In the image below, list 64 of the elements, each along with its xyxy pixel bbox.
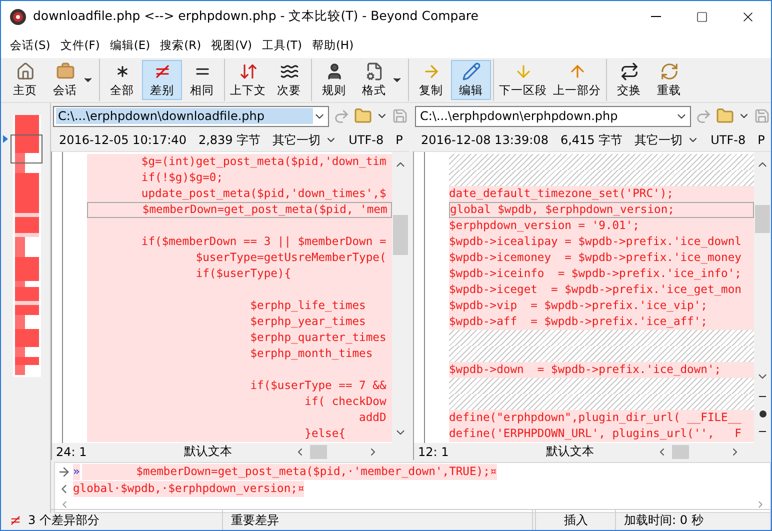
swap-icon bbox=[620, 62, 638, 81]
toolbar-button[interactable]: 主页 bbox=[5, 60, 45, 100]
scroll-thumb[interactable] bbox=[755, 205, 770, 233]
filter-label: 其它一切 bbox=[634, 132, 683, 148]
toolbar-button[interactable]: 次要 bbox=[269, 60, 309, 100]
encoding-label: UTF-8 bbox=[348, 133, 384, 147]
toolbar-button[interactable]: 编辑 bbox=[451, 60, 491, 100]
toolbar-button[interactable]: 会话 bbox=[45, 60, 97, 100]
line-ending-label: P bbox=[396, 133, 403, 147]
toolbar-button[interactable]: 差别 bbox=[142, 60, 182, 100]
path-text: C:\...\erphpdown\erphpdown.php bbox=[419, 108, 619, 124]
toolbar-button[interactable]: 格式 bbox=[354, 60, 406, 100]
line-ending-label: P bbox=[758, 133, 765, 147]
minimize-icon bbox=[651, 16, 661, 17]
edit-mode: 插入 bbox=[564, 512, 588, 528]
file-size: 6,415 字节 bbox=[560, 132, 623, 148]
cursor-position: 12: 1 bbox=[417, 444, 450, 458]
file-date: 2016-12-05 10:17:40 bbox=[59, 133, 186, 147]
maximize-icon bbox=[696, 10, 708, 22]
path-field[interactable]: C:\...\erphpdown\downloadfile.php bbox=[53, 106, 329, 126]
file-gear-icon bbox=[364, 62, 384, 81]
home-icon bbox=[16, 62, 34, 81]
pencil-icon bbox=[462, 62, 480, 81]
scroll-thumb[interactable] bbox=[672, 444, 689, 458]
menu-item[interactable]: 工具(T) bbox=[256, 38, 307, 52]
toolbar-button[interactable]: 下一区段 bbox=[496, 60, 550, 100]
file-size: 2,839 字节 bbox=[198, 132, 261, 148]
app-icon bbox=[9, 8, 27, 26]
syntax-label: 默认文本 bbox=[546, 443, 595, 460]
syntax-label: 默认文本 bbox=[184, 443, 233, 460]
load-time: 加载时间: 0 秒 bbox=[624, 512, 704, 528]
reload-icon bbox=[660, 62, 678, 81]
file-date: 2016-12-08 13:39:08 bbox=[421, 133, 548, 147]
menu-item[interactable]: 搜索(R) bbox=[155, 38, 206, 52]
menu-item[interactable]: 编辑(E) bbox=[104, 38, 156, 52]
menu-item[interactable]: 会话(S) bbox=[5, 38, 56, 52]
briefcase-icon bbox=[56, 62, 74, 81]
menu-item[interactable]: 视图(V) bbox=[206, 38, 257, 52]
tab-marker: » bbox=[73, 464, 80, 480]
toolbar-button[interactable]: 相同 bbox=[182, 60, 222, 100]
filter-label: 其它一切 bbox=[272, 132, 321, 148]
arrow-right-icon bbox=[57, 464, 71, 478]
path-text: C:\...\erphpdown\downloadfile.php bbox=[56, 108, 313, 124]
vertical-scrollbar[interactable] bbox=[754, 152, 771, 443]
window-title: downloadfile.php <--> erphpdown.php - 文本比较(T) - Beyond Compare bbox=[33, 8, 480, 25]
path-field[interactable]: C:\...\erphpdown\erphpdown.php bbox=[415, 106, 691, 126]
toolbar-button[interactable]: 重载 bbox=[649, 60, 689, 100]
menu-item[interactable]: 文件(F) bbox=[55, 38, 105, 52]
toolbar-button[interactable]: 交换 bbox=[609, 60, 649, 100]
cursor-position: 24: 1 bbox=[55, 444, 88, 458]
menu-item[interactable]: 帮助(H) bbox=[306, 38, 359, 52]
context-icon bbox=[238, 62, 258, 81]
toolbar-button[interactable]: 上下文 bbox=[227, 60, 269, 100]
scroll-thumb[interactable] bbox=[393, 215, 408, 255]
approx-icon bbox=[280, 62, 298, 81]
scroll-thumb[interactable] bbox=[310, 444, 327, 458]
toolbar-button[interactable]: 全部 bbox=[102, 60, 142, 100]
filter-status: 重要差异 bbox=[231, 512, 279, 528]
toolbar-button[interactable]: 复制 bbox=[411, 60, 451, 100]
toolbar-button[interactable]: 规则 bbox=[314, 60, 354, 100]
toolbar-button[interactable]: 上一部分 bbox=[550, 60, 604, 100]
encoding-label: UTF-8 bbox=[710, 133, 746, 147]
not-equal-icon bbox=[9, 514, 22, 526]
difference-count: 3 个差异部分 bbox=[28, 512, 100, 528]
